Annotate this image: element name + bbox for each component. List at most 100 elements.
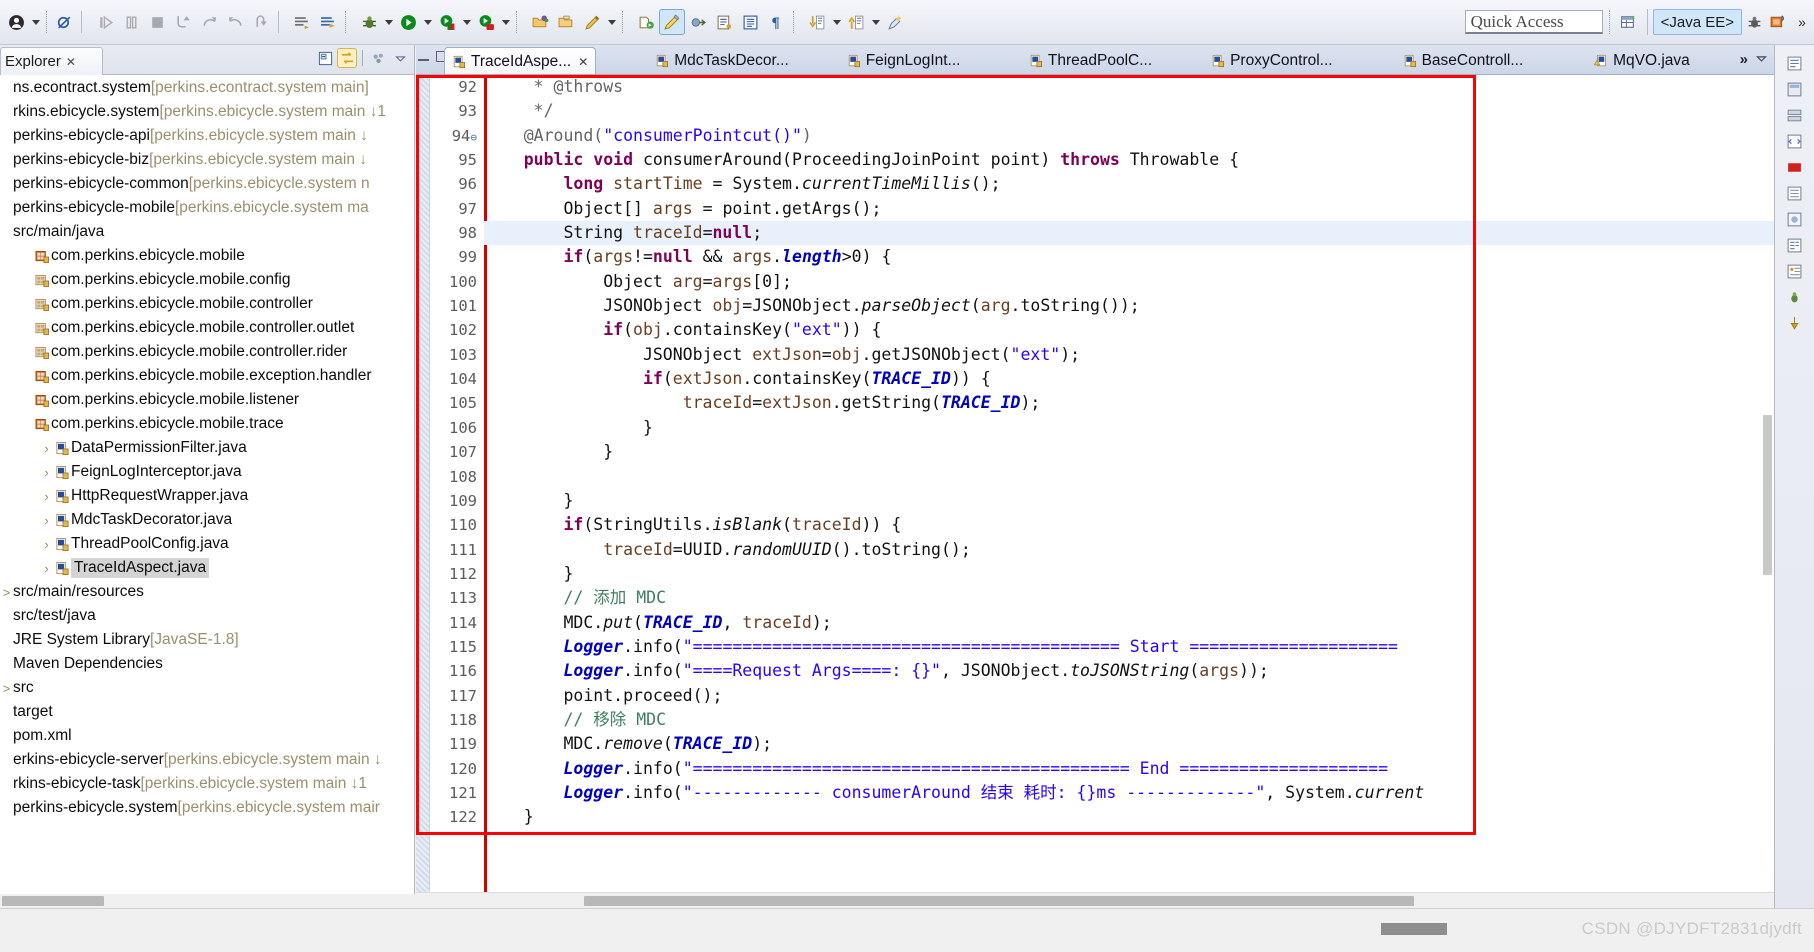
debug-user-dropdown[interactable] [29, 9, 42, 35]
tree-item[interactable]: target [0, 700, 414, 724]
search-toolbar-button[interactable] [882, 9, 908, 35]
quick-access-input[interactable]: Quick Access [1464, 10, 1603, 34]
code-line[interactable]: MDC.put(TRACE_ID, traceId); [484, 611, 1774, 635]
code-line[interactable]: // 添加 MDC [484, 586, 1774, 610]
tree-item[interactable]: perkins-ebicycle-common [perkins.ebicycl… [0, 172, 414, 196]
editor-tab[interactable]: BaseControll... [1396, 46, 1531, 74]
show-whitespace-button[interactable] [737, 9, 763, 35]
code-line[interactable]: * @throws [484, 75, 1774, 99]
terminate-button[interactable] [144, 9, 170, 35]
open-perspective-button[interactable] [1616, 9, 1642, 35]
code-line[interactable]: } [484, 416, 1774, 440]
code-line[interactable]: if(obj.containsKey("ext")) { [484, 318, 1774, 342]
code-line[interactable]: if(args!=null && args.length>0) { [484, 245, 1774, 269]
close-icon[interactable]: ✕ [578, 55, 588, 69]
editor-tab[interactable]: MqVO.java [1587, 46, 1697, 74]
next-annotation-dropdown[interactable] [830, 9, 843, 35]
tree-item[interactable]: perkins-ebicycle.system [perkins.ebicycl… [0, 796, 414, 820]
red-marker-icon[interactable] [1782, 155, 1808, 179]
source-code[interactable]: * @throws */ @Around("consumerPointcut()… [484, 75, 1774, 892]
tree-item[interactable]: rkins-ebicycle-task [perkins.ebicycle.sy… [0, 772, 414, 796]
tree-item[interactable]: perkins-ebicycle-api [perkins.ebicycle.s… [0, 124, 414, 148]
tree-item[interactable]: com.perkins.ebicycle.mobile.listener [0, 388, 414, 412]
java-browsing-icon[interactable] [1782, 207, 1808, 231]
open-type-button[interactable] [527, 9, 553, 35]
tree-expand-arrow[interactable]: > [0, 585, 13, 600]
skip-breakpoints-button[interactable] [51, 9, 77, 35]
explorer-tab[interactable]: Explorer ✕ [0, 47, 103, 75]
code-line[interactable]: Logger.info("====Request Args====: {}", … [484, 659, 1774, 683]
code-line[interactable]: JSONObject extJson=obj.getJSONObject("ex… [484, 343, 1774, 367]
scrollbar-thumb[interactable] [2, 896, 104, 906]
bug-view-icon[interactable] [1782, 285, 1808, 309]
run-external-dropdown[interactable] [499, 9, 512, 35]
tree-item[interactable]: perkins-ebicycle-mobile [perkins.ebicycl… [0, 196, 414, 220]
suspend-button[interactable] [118, 9, 144, 35]
editor-tab[interactable]: TraceIdAspe... ✕ [444, 47, 597, 74]
editor-vertical-scrollbar[interactable] [1763, 415, 1772, 575]
drop-to-frame-button[interactable] [248, 9, 274, 35]
resume-button[interactable] [92, 9, 118, 35]
tree-expand-arrow[interactable]: › [40, 489, 53, 504]
code-line[interactable]: Logger.info("------------- consumerAroun… [484, 781, 1774, 805]
previous-annotation-button[interactable] [843, 9, 869, 35]
task-list-icon[interactable] [1782, 181, 1808, 205]
tree-item[interactable]: › MdcTaskDecorator.java [0, 508, 414, 532]
code-line[interactable]: Object[] args = point.getArgs(); [484, 197, 1774, 221]
open-resource-button[interactable] [553, 9, 579, 35]
code-line[interactable]: traceId=UUID.randomUUID().toString(); [484, 538, 1774, 562]
code-line[interactable]: point.proceed(); [484, 684, 1774, 708]
pilcrow-button[interactable]: ¶ [763, 9, 789, 35]
tree-item[interactable]: com.perkins.ebicycle.mobile.config [0, 268, 414, 292]
code-line[interactable]: Logger.info("===========================… [484, 757, 1774, 781]
tree-expand-arrow[interactable]: › [40, 561, 53, 576]
debug-bug-button[interactable] [356, 9, 382, 35]
perspective-java-ee[interactable]: <Java EE> [1652, 9, 1742, 35]
tree-item[interactable]: Maven Dependencies [0, 652, 414, 676]
project-tree[interactable]: ns.econtract.system [perkins.econtract.s… [0, 76, 414, 894]
servers-icon[interactable] [1782, 103, 1808, 127]
scrollbar-thumb[interactable] [584, 896, 1414, 906]
step-return-button[interactable] [222, 9, 248, 35]
editor-tab[interactable]: MdcTaskDecor... [648, 46, 796, 74]
code-line[interactable]: @Around("consumerPointcut()") [484, 124, 1774, 148]
collapse-all-icon[interactable] [315, 48, 335, 68]
code-area[interactable]: 92 93 94⊖ 95 96 97 98 99 100 101 102 103 104 105 106 10… [416, 75, 1774, 892]
minimize-icon[interactable] [418, 57, 429, 61]
code-line[interactable]: } [484, 562, 1774, 586]
editor-tab[interactable]: ProxyControl... [1204, 46, 1340, 74]
editor-horizontal-scrollbar[interactable] [416, 892, 1774, 908]
editor-tab-overflow[interactable]: » [1740, 51, 1748, 68]
tree-item[interactable]: ns.econtract.system [perkins.econtract.s… [0, 76, 414, 100]
properties-icon[interactable] [1782, 233, 1808, 257]
editor-tab[interactable]: FeignLogInt... [840, 46, 968, 74]
close-icon[interactable]: ✕ [66, 55, 76, 69]
code-line[interactable]: long startTime = System.currentTimeMilli… [484, 172, 1774, 196]
tree-expand-arrow[interactable]: › [40, 513, 53, 528]
previous-annotation-dropdown[interactable] [869, 9, 882, 35]
tree-expand-arrow[interactable]: > [0, 681, 13, 696]
tree-item[interactable]: JRE System Library [JavaSE-1.8] [0, 628, 414, 652]
tree-item[interactable]: src/test/java [0, 604, 414, 628]
code-line[interactable]: if(StringUtils.isBlank(traceId)) { [484, 513, 1774, 537]
code-line[interactable] [484, 465, 1774, 489]
new-servlet-button[interactable] [685, 9, 711, 35]
run-dropdown[interactable] [421, 9, 434, 35]
tree-expand-arrow[interactable]: › [40, 465, 53, 480]
code-line[interactable]: if(extJson.containsKey(TRACE_ID)) { [484, 367, 1774, 391]
tree-item[interactable]: src/main/java [0, 220, 414, 244]
snippets-icon[interactable] [1782, 129, 1808, 153]
tree-item[interactable]: perkins-ebicycle-biz [perkins.ebicycle.s… [0, 148, 414, 172]
tree-item[interactable]: › HttpRequestWrapper.java [0, 484, 414, 508]
pin-view-icon[interactable] [1782, 311, 1808, 335]
code-line[interactable]: Logger.info("===========================… [484, 635, 1774, 659]
editor-view-menu-icon[interactable] [1755, 52, 1768, 70]
link-with-editor-icon[interactable] [337, 48, 357, 68]
debug-bug-dropdown[interactable] [382, 9, 395, 35]
tree-item[interactable]: com.perkins.ebicycle.mobile.trace [0, 412, 414, 436]
fold-toggle-icon[interactable]: ⊖ [470, 131, 477, 144]
palette-icon[interactable] [1782, 77, 1808, 101]
tree-item[interactable]: › DataPermissionFilter.java [0, 436, 414, 460]
run-external-button[interactable] [473, 9, 499, 35]
code-line[interactable]: // 移除 MDC [484, 708, 1774, 732]
